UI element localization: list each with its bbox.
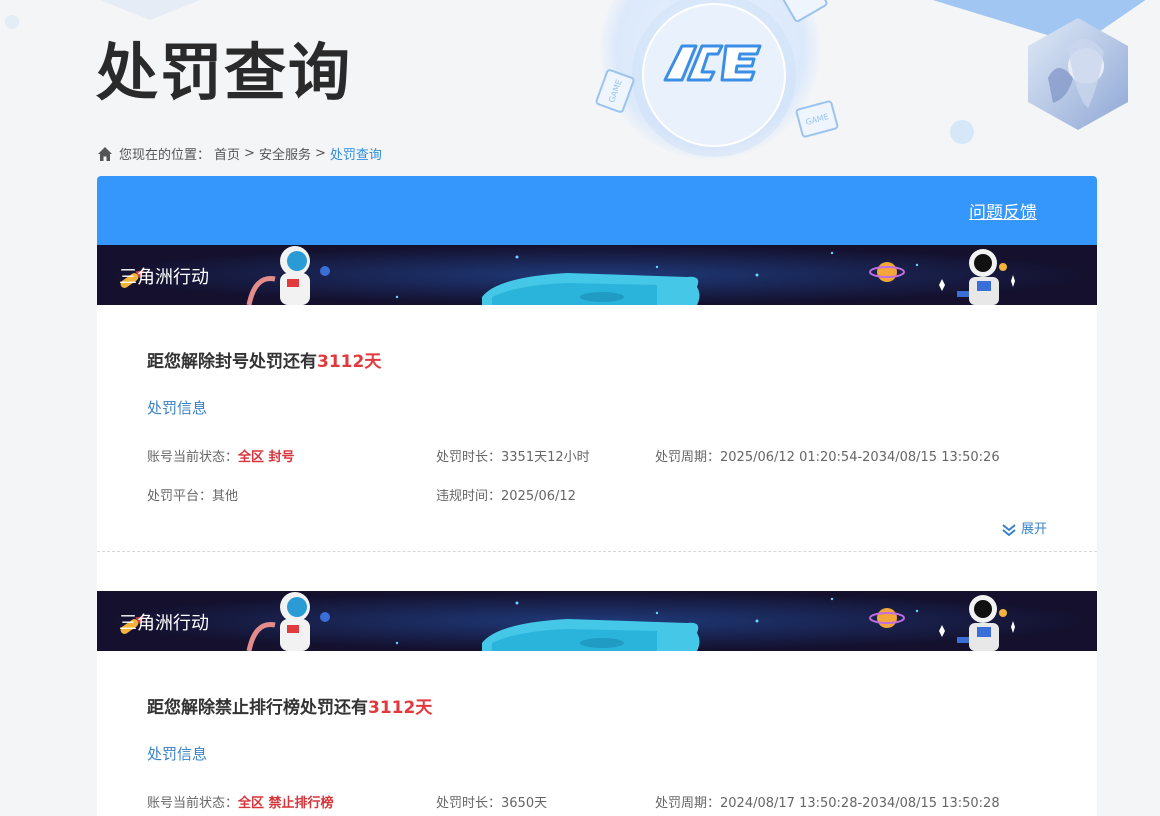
account-status: 账号当前状态：全区 禁止排行榜 — [147, 792, 436, 811]
breadcrumb-home-link[interactable]: 首页 — [214, 144, 240, 163]
home-icon — [98, 146, 112, 161]
info-row: 账号当前状态：全区 封号 处罚时长：3351天12小时 处罚周期：2025/06… — [147, 446, 1047, 465]
period-label: 处罚周期： — [655, 450, 721, 465]
days-left: 3112天 — [368, 698, 433, 718]
expand-toggle[interactable]: 展开 — [147, 518, 1047, 537]
violation-label: 违规时间： — [436, 489, 502, 504]
period-value: 2025/06/12 01:20:54-2034/08/15 13:50:26 — [720, 450, 1000, 465]
punishment-period: 处罚周期：2025/06/12 01:20:54-2034/08/15 13:5… — [655, 446, 1000, 465]
info-row: 处罚平台：其他 违规时间：2025/06/12 — [147, 485, 1047, 504]
character-avatar — [1028, 18, 1128, 130]
duration-value: 3650天 — [501, 796, 548, 811]
status-label: 账号当前状态： — [147, 450, 239, 465]
punishment-headline: 距您解除封号处罚还有3112天 — [147, 305, 1047, 372]
decor-bubble — [950, 120, 974, 144]
headline-text: 距您解除禁止排行榜处罚还有 — [147, 698, 368, 718]
duration-label: 处罚时长： — [436, 450, 502, 465]
breadcrumb: 您现在的位置： 首页 > 安全服务 > 处罚查询 — [97, 144, 382, 163]
chevron-double-down-icon — [1002, 523, 1016, 536]
headline-text: 距您解除封号处罚还有 — [147, 352, 317, 372]
punishment-duration: 处罚时长：3650天 — [436, 792, 655, 811]
platform-label: 处罚平台： — [147, 489, 213, 504]
platform-value: 其他 — [212, 489, 239, 504]
breadcrumb-separator: > — [314, 146, 326, 161]
expand-label: 展开 — [1020, 522, 1047, 537]
punishment-headline: 距您解除禁止排行榜处罚还有3112天 — [147, 651, 1047, 718]
period-value: 2024/08/17 13:50:28-2034/08/15 13:50:28 — [720, 796, 1000, 811]
section-title: 处罚信息 — [147, 399, 208, 417]
breadcrumb-current: 处罚查询 — [329, 148, 382, 163]
game-name: 三角洲行动 — [119, 267, 209, 288]
banner-art — [97, 591, 1097, 651]
violation-value: 2025/06/12 — [501, 489, 576, 504]
banner-art — [97, 245, 1097, 305]
status-value: 全区 封号 — [238, 450, 295, 465]
breadcrumb-prefix: 您现在的位置： — [119, 148, 211, 163]
punishment-panel: 问题反馈 三角洲行动 距您解除封号处罚还有3112天 处罚信息 账号当前状态：全… — [97, 176, 1097, 816]
days-left: 3112天 — [317, 352, 382, 372]
section-title: 处罚信息 — [147, 745, 208, 763]
punishment-platform: 处罚平台：其他 — [147, 485, 436, 504]
punishment-card: 距您解除封号处罚还有3112天 处罚信息 账号当前状态：全区 封号 处罚时长：3… — [97, 305, 1097, 537]
account-status: 账号当前状态：全区 封号 — [147, 446, 436, 465]
violation-time: 违规时间：2025/06/12 — [436, 485, 655, 504]
game-banner: 三角洲行动 — [97, 591, 1097, 651]
decor-triangle-left — [0, 0, 300, 20]
duration-label: 处罚时长： — [436, 796, 502, 811]
panel-header: 问题反馈 — [97, 176, 1097, 245]
info-row: 账号当前状态：全区 禁止排行榜 处罚时长：3650天 处罚周期：2024/08/… — [147, 792, 1047, 811]
decor-bubble — [5, 15, 19, 29]
punishment-duration: 处罚时长：3351天12小时 — [436, 446, 655, 465]
feedback-link[interactable]: 问题反馈 — [969, 198, 1037, 223]
status-label: 账号当前状态： — [147, 796, 239, 811]
punishment-period: 处罚周期：2024/08/17 13:50:28-2034/08/15 13:5… — [655, 792, 1000, 811]
breadcrumb-separator: > — [244, 146, 255, 161]
breadcrumb-security-link[interactable]: 安全服务 — [259, 144, 311, 163]
punishment-card: 距您解除禁止排行榜处罚还有3112天 处罚信息 账号当前状态：全区 禁止排行榜 … — [97, 651, 1097, 811]
game-name: 三角洲行动 — [119, 613, 209, 634]
status-value: 全区 禁止排行榜 — [238, 796, 334, 811]
game-banner: 三角洲行动 — [97, 245, 1097, 305]
ace-logo-icon — [663, 44, 762, 82]
duration-value: 3351天12小时 — [501, 450, 590, 465]
page-title: 处罚查询 — [96, 36, 353, 109]
period-label: 处罚周期： — [655, 796, 721, 811]
